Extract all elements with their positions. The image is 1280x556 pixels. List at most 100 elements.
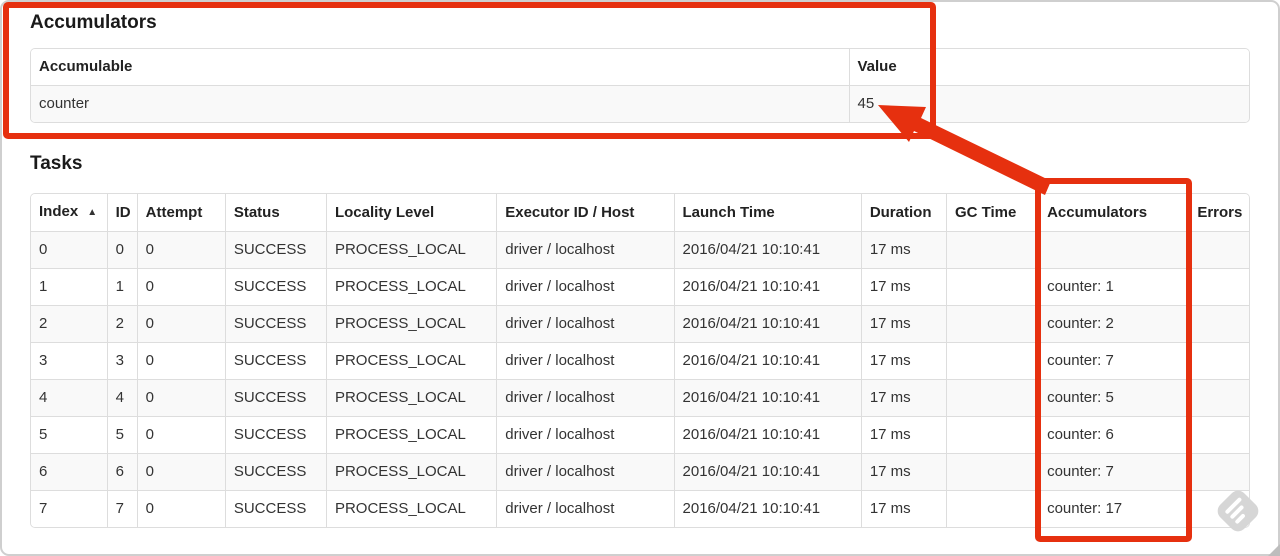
column-header-errors[interactable]: Errors [1188,194,1249,232]
column-header-attempt[interactable]: Attempt [136,194,226,232]
cell-locality-level: PROCESS_LOCAL [325,268,498,306]
page-content: Accumulators Accumulable Value counter 4… [0,0,1280,528]
cell-id: 6 [106,453,138,491]
accumulators-section-title: Accumulators [30,12,157,33]
column-header-launch-time[interactable]: Launch Time [673,194,862,232]
cell-id: 5 [106,416,138,454]
cell-duration: 17 ms [860,379,947,417]
cell-duration: 17 ms [860,231,947,269]
cell-accumulable-value: 45 [848,85,1249,122]
cell-duration: 17 ms [860,268,947,306]
cell-status: SUCCESS [224,305,327,343]
cell-index: 2 [31,305,108,343]
column-header-accumulators[interactable]: Accumulators [1038,194,1190,232]
cell-accumulators [1038,231,1190,269]
cell-errors [1188,305,1249,343]
cell-id: 4 [106,379,138,417]
column-header-index-label: Index [39,203,79,220]
cell-executor-id-host: driver / localhost [496,342,675,380]
cell-errors [1188,268,1249,306]
cell-status: SUCCESS [224,490,327,527]
cell-status: SUCCESS [224,416,327,454]
column-header-executor-id-host[interactable]: Executor ID / Host [496,194,675,232]
cell-duration: 17 ms [860,416,947,454]
column-header-gc-time[interactable]: GC Time [945,194,1040,232]
cell-errors [1188,453,1249,491]
table-row: 4 4 0 SUCCESS PROCESS_LOCAL driver / loc… [31,379,1249,417]
cell-index: 3 [31,342,108,380]
cell-index: 5 [31,416,108,454]
cell-id: 2 [106,305,138,343]
column-header-value: Value [848,49,1249,86]
column-header-index[interactable]: Index ▲ [31,194,108,232]
cell-executor-id-host: driver / localhost [496,453,675,491]
column-header-accumulable: Accumulable [31,49,850,86]
cell-index: 7 [31,490,108,527]
cell-launch-time: 2016/04/21 10:10:41 [673,453,862,491]
cell-attempt: 0 [136,231,226,269]
column-header-id[interactable]: ID [106,194,138,232]
cell-errors [1188,490,1249,527]
cell-executor-id-host: driver / localhost [496,305,675,343]
cell-status: SUCCESS [224,453,327,491]
table-row: 2 2 0 SUCCESS PROCESS_LOCAL driver / loc… [31,305,1249,343]
cell-status: SUCCESS [224,342,327,380]
cell-locality-level: PROCESS_LOCAL [325,231,498,269]
cell-launch-time: 2016/04/21 10:10:41 [673,268,862,306]
cell-locality-level: PROCESS_LOCAL [325,416,498,454]
cell-index: 6 [31,453,108,491]
cell-index: 4 [31,379,108,417]
cell-attempt: 0 [136,342,226,380]
cell-attempt: 0 [136,453,226,491]
table-row: 1 1 0 SUCCESS PROCESS_LOCAL driver / loc… [31,268,1249,306]
cell-gc-time [945,379,1040,417]
cell-gc-time [945,416,1040,454]
cell-id: 1 [106,268,138,306]
cell-index: 1 [31,268,108,306]
accumulators-table: Accumulable Value counter 45 [30,48,1250,123]
cell-executor-id-host: driver / localhost [496,231,675,269]
cell-attempt: 0 [136,379,226,417]
table-row: 3 3 0 SUCCESS PROCESS_LOCAL driver / loc… [31,342,1249,380]
cell-gc-time [945,231,1040,269]
cell-locality-level: PROCESS_LOCAL [325,379,498,417]
cell-status: SUCCESS [224,231,327,269]
cell-locality-level: PROCESS_LOCAL [325,453,498,491]
cell-errors [1188,231,1249,269]
cell-accumulators: counter: 7 [1038,453,1190,491]
cell-locality-level: PROCESS_LOCAL [325,342,498,380]
cell-status: SUCCESS [224,379,327,417]
cell-attempt: 0 [136,416,226,454]
cell-status: SUCCESS [224,268,327,306]
cell-duration: 17 ms [860,453,947,491]
table-row: 5 5 0 SUCCESS PROCESS_LOCAL driver / loc… [31,416,1249,454]
cell-errors [1188,342,1249,380]
tasks-section-title: Tasks [30,153,83,174]
cell-launch-time: 2016/04/21 10:10:41 [673,379,862,417]
spark-ui-page: { "accumulators_section": { "title": "Ac… [0,0,1280,556]
cell-locality-level: PROCESS_LOCAL [325,305,498,343]
sort-ascending-icon: ▲ [87,207,98,218]
cell-launch-time: 2016/04/21 10:10:41 [673,416,862,454]
corner-handle [1268,544,1280,556]
table-row: 0 0 0 SUCCESS PROCESS_LOCAL driver / loc… [31,231,1249,269]
cell-locality-level: PROCESS_LOCAL [325,490,498,527]
cell-accumulators: counter: 5 [1038,379,1190,417]
cell-attempt: 0 [136,305,226,343]
table-header-row: Index ▲ ID Attempt Status Locality Level … [31,194,1249,232]
cell-launch-time: 2016/04/21 10:10:41 [673,490,862,527]
tasks-table: Index ▲ ID Attempt Status Locality Level … [30,193,1250,528]
table-row: counter 45 [31,85,1249,122]
cell-errors [1188,379,1249,417]
cell-attempt: 0 [136,490,226,527]
column-header-status[interactable]: Status [224,194,327,232]
table-header-row: Accumulable Value [31,49,1249,86]
cell-launch-time: 2016/04/21 10:10:41 [673,231,862,269]
cell-accumulators: counter: 17 [1038,490,1190,527]
column-header-locality-level[interactable]: Locality Level [325,194,498,232]
cell-id: 7 [106,490,138,527]
cell-gc-time [945,490,1040,527]
cell-gc-time [945,453,1040,491]
cell-accumulable-name: counter [31,85,850,122]
column-header-duration[interactable]: Duration [860,194,947,232]
